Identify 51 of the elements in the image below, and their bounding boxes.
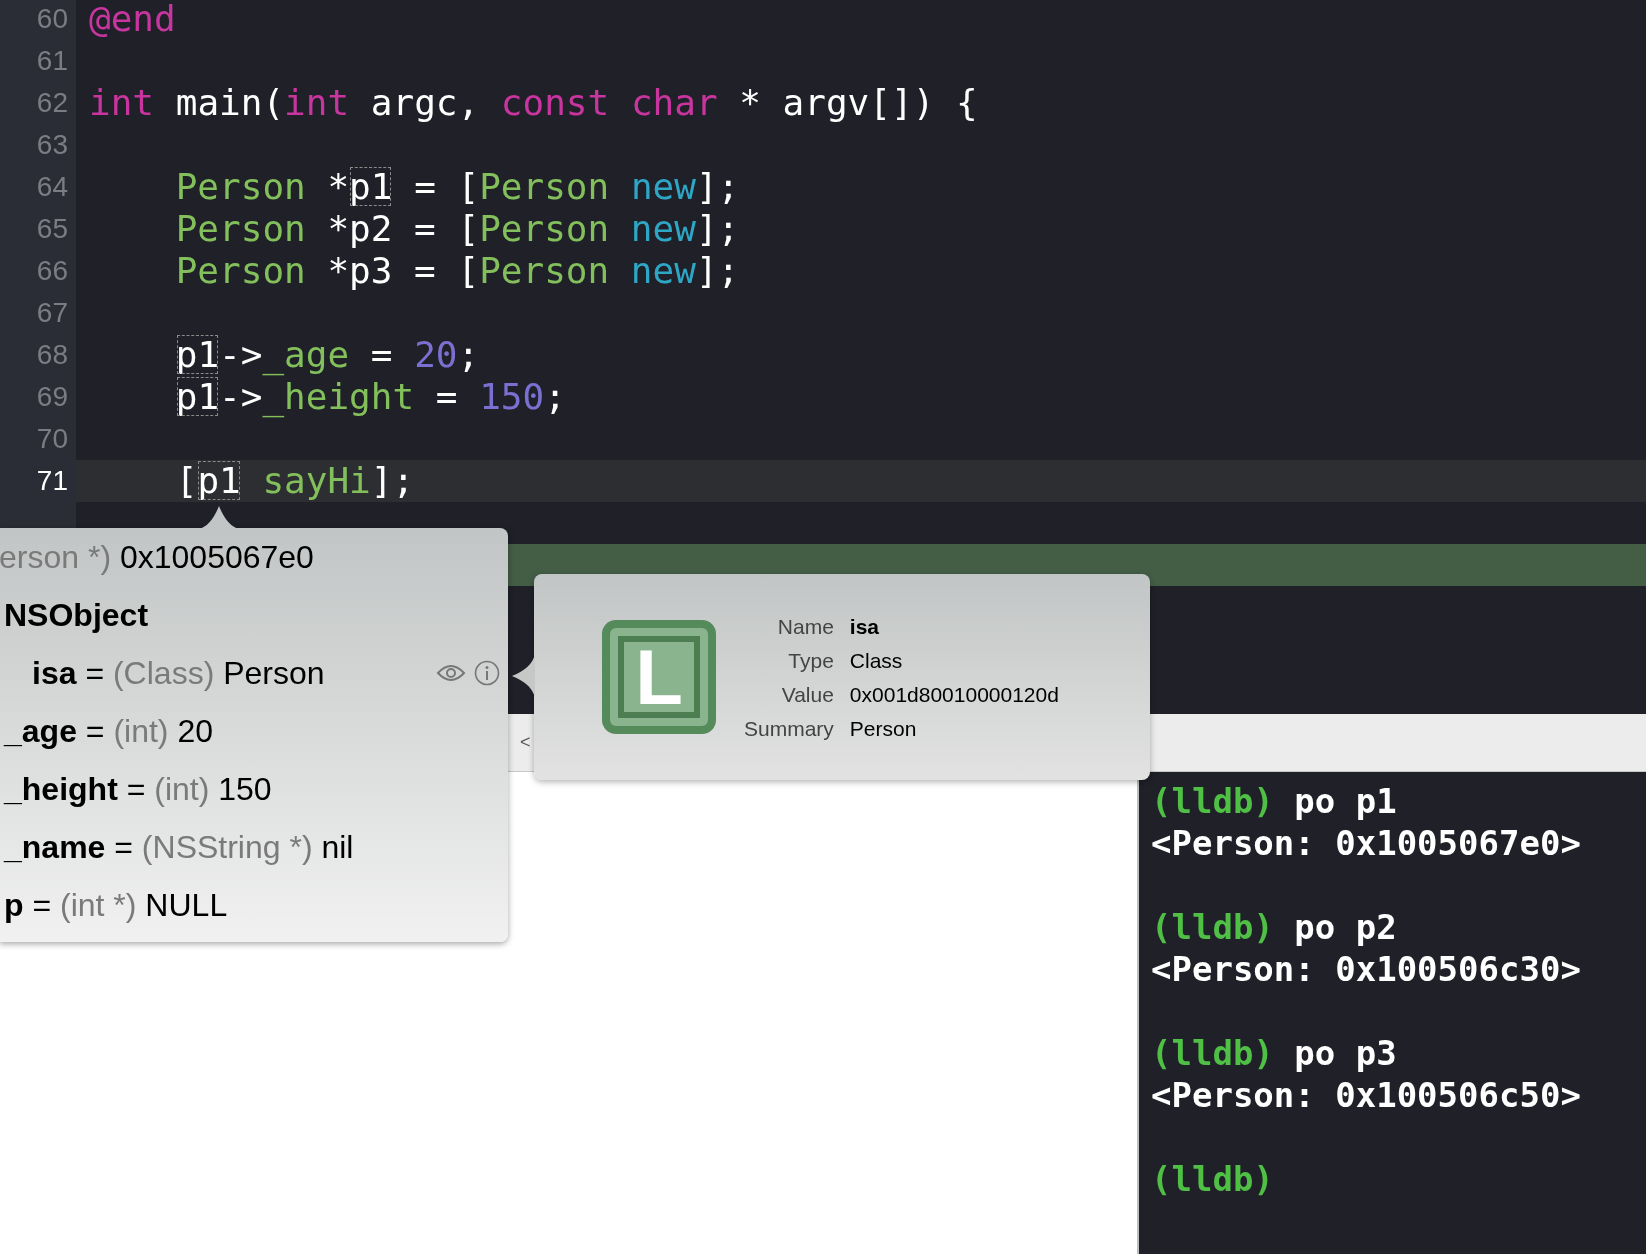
line-number: 67 [36, 296, 68, 330]
variable-row[interactable]: _name = (NSString *) nil [4, 823, 354, 871]
debug-bar-glyph[interactable]: < [520, 729, 531, 756]
line-number: 70 [36, 422, 68, 456]
field-label: Type [787, 647, 834, 673]
line-number: 69 [36, 380, 68, 414]
line-number: 63 [36, 128, 68, 162]
line-number: 60 [36, 2, 68, 36]
line-number: 66 [36, 254, 68, 288]
console-command: po p2 [1294, 907, 1397, 947]
code-line: [p1 sayHi]; [174, 460, 415, 502]
code-line: Person *p1 = [Person new]; [174, 166, 740, 208]
field-value: Person [849, 715, 918, 741]
field-label: Value [780, 681, 834, 707]
variable-row[interactable]: _height = (int) 150 [4, 765, 272, 813]
console-output: <Person: 0x100506c30> [1151, 949, 1581, 989]
line-number: 62 [36, 86, 68, 120]
symbol-badge: L [602, 620, 716, 734]
code-line: p1->_height = 150; [174, 376, 566, 418]
popover-pointer [510, 654, 535, 698]
info-icon[interactable] [474, 660, 500, 686]
code-line: Person *p2 = [Person new]; [174, 208, 740, 250]
console-prompt: (lldb) [1151, 1033, 1274, 1073]
eye-icon[interactable] [436, 663, 466, 683]
console-command: po p1 [1294, 781, 1397, 821]
code-line: int main(int argc, const char * argv[]) { [89, 82, 978, 124]
line-number: 64 [36, 170, 68, 204]
code-line: p1->_age = 20; [174, 334, 480, 376]
field-value: isa [849, 613, 881, 639]
console-output: <Person: 0x100506c50> [1151, 1075, 1581, 1115]
console-prompt: (lldb) [1151, 907, 1274, 947]
variable-row[interactable]: NSObject [4, 591, 149, 639]
line-number: 61 [36, 44, 68, 78]
console-prompt: (lldb) [1151, 781, 1274, 821]
field-value: Class [849, 647, 904, 673]
field-label: Summary [744, 715, 834, 741]
variable-row[interactable]: _age = (int) 20 [4, 707, 213, 755]
line-number: 65 [36, 212, 68, 246]
line-number: 71 [36, 464, 68, 498]
field-label: Name [776, 613, 834, 639]
code-line: @end [89, 0, 176, 40]
popover-pointer [199, 504, 239, 529]
variable-summary: erson *) 0x1005067e0 [0, 538, 314, 577]
line-number: 68 [36, 338, 68, 372]
console-command: po p3 [1294, 1033, 1397, 1073]
field-value: 0x001d80010000120d [849, 681, 1059, 707]
console-prompt: (lldb) [1151, 1159, 1274, 1199]
console-output: <Person: 0x1005067e0> [1151, 823, 1581, 863]
variable-row[interactable]: isa = (Class) Person [32, 649, 325, 697]
variable-row[interactable]: p = (int *) NULL [4, 881, 228, 929]
code-line: Person *p3 = [Person new]; [174, 250, 740, 292]
